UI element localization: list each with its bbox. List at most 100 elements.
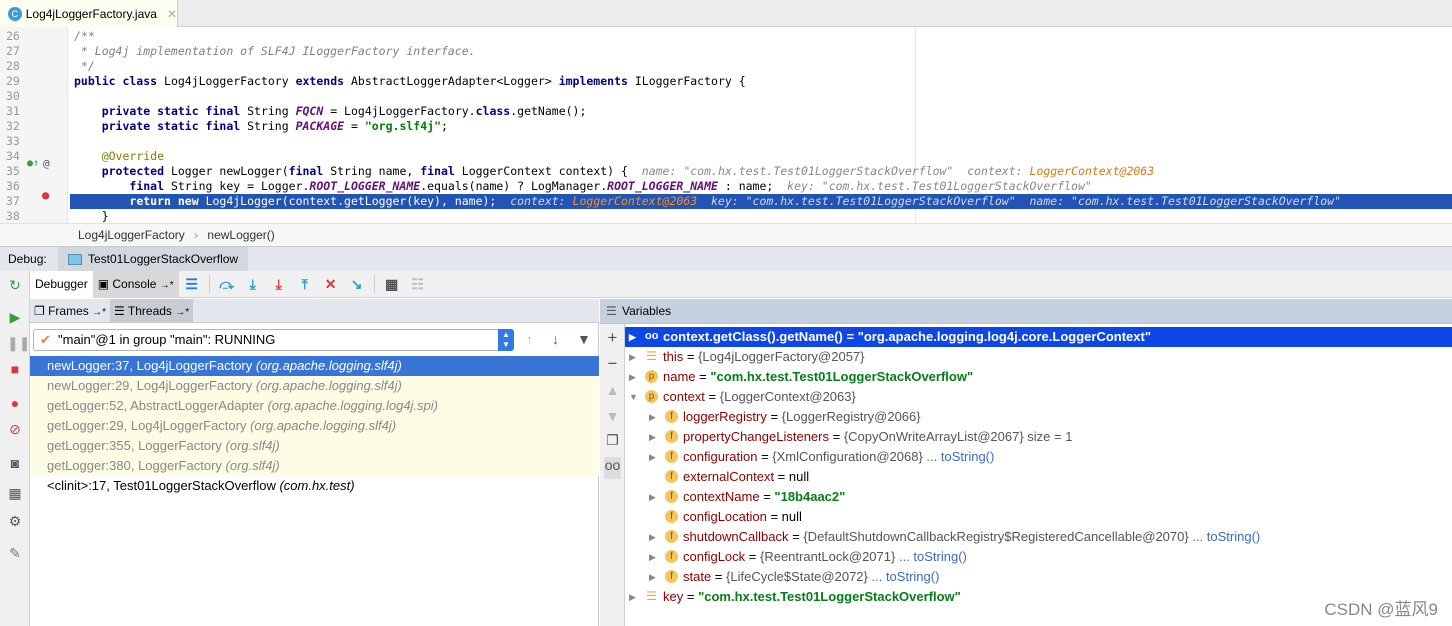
collapsed-arrow-icon[interactable]: ▶ [649, 427, 659, 447]
move-down-icon[interactable]: ▼ [604, 408, 621, 424]
code-text: /** [74, 29, 95, 44]
variable-row[interactable]: ▶ f contextName = "18b4aac2" [625, 487, 1452, 507]
to-string-link[interactable]: ... toString() [1192, 529, 1260, 544]
debug-session-label: Test01LoggerStackOverflow [88, 252, 239, 266]
show-execution-point-icon[interactable]: ☰ [179, 276, 205, 293]
breadcrumb-method[interactable]: newLogger() [207, 228, 274, 242]
frame-item[interactable]: newLogger:37, Log4jLoggerFactory (org.ap… [30, 356, 599, 376]
thread-select[interactable]: ✔ "main"@1 in group "main": RUNNING ▲ ▼ [33, 329, 514, 351]
variable-row[interactable]: f externalContext = null [625, 467, 1452, 487]
frame-item[interactable]: getLogger:52, AbstractLoggerAdapter (org… [30, 396, 599, 416]
force-step-into-icon[interactable]: ⤓ [266, 276, 292, 293]
rerun-icon[interactable]: ↻ [7, 277, 23, 294]
frame-item[interactable]: getLogger:380, LoggerFactory (org.slf4j) [30, 456, 599, 476]
file-tab[interactable]: C Log4jLoggerFactory.java ✕ [0, 0, 178, 27]
variable-row[interactable]: ▶ f shutdownCallback = {DefaultShutdownCal… [625, 527, 1452, 547]
breadcrumb-class[interactable]: Log4jLoggerFactory [78, 228, 185, 242]
collapsed-arrow-icon[interactable]: ▶ [649, 547, 659, 567]
variable-row[interactable]: ▼ p context = {LoggerContext@2063} [625, 387, 1452, 407]
collapsed-arrow-icon[interactable]: ▶ [649, 447, 659, 467]
mute-breakpoints-icon[interactable]: ⊘ [7, 421, 23, 438]
collapsed-arrow-icon[interactable]: ▶ [629, 587, 639, 607]
code-line[interactable]: 27 * Log4j implementation of SLF4J ILogg… [0, 44, 1452, 59]
to-string-link[interactable]: ... toString() [872, 569, 940, 584]
override-icon[interactable]: ●↑ [27, 158, 39, 169]
collapsed-arrow-icon[interactable]: ▶ [649, 407, 659, 427]
collapsed-arrow-icon[interactable]: ▶ [649, 527, 659, 547]
code-line[interactable]: 33 [0, 134, 1452, 149]
close-icon[interactable]: ✕ [167, 7, 177, 21]
collapsed-arrow-icon[interactable]: ▶ [629, 327, 639, 347]
variable-row[interactable]: ▶ f loggerRegistry = {LoggerRegistry@2066} [625, 407, 1452, 427]
code-line[interactable]: 29 public class Log4jLoggerFactory extend… [0, 74, 1452, 89]
variable-row[interactable]: ▶ f configLock = {ReentrantLock@2071} ... … [625, 547, 1452, 567]
add-watch-icon[interactable]: + [604, 328, 621, 348]
variable-row[interactable]: ▶ f configuration = {XmlConfiguration@2068… [625, 447, 1452, 467]
variable-row[interactable]: ▶ f propertyChangeListeners = {CopyOnWrite… [625, 427, 1452, 447]
code-line[interactable]: 34 @Override [0, 149, 1452, 164]
remove-watch-icon[interactable]: − [604, 354, 621, 374]
run-to-cursor-icon[interactable]: ↘ [344, 276, 370, 293]
evaluate-expression-icon[interactable]: ▦ [379, 276, 405, 293]
gear-icon[interactable]: ⚙ [7, 513, 23, 530]
to-string-link[interactable]: ... toString() [926, 449, 994, 464]
pin-icon[interactable]: ✎ [7, 545, 23, 562]
trace-icon[interactable]: ☷ [405, 276, 431, 293]
code-token: extends [295, 74, 351, 88]
frame-method: getLogger:29, Log4jLoggerFactory [47, 418, 251, 433]
tab-console[interactable]: ▣ Console →* [92, 270, 179, 298]
camera-icon[interactable]: ◙ [7, 455, 23, 471]
thread-select-value: "main"@1 in group "main": RUNNING [58, 332, 276, 347]
frame-item[interactable]: getLogger:355, LoggerFactory (org.slf4j) [30, 436, 599, 456]
step-into-icon[interactable]: ⤓ [240, 276, 266, 293]
step-out-icon[interactable]: ⤒ [292, 276, 318, 293]
pause-icon[interactable]: ❚❚ [7, 335, 30, 352]
resume-icon[interactable]: ▶ [7, 309, 23, 326]
step-over-icon[interactable]: ⤼ [214, 276, 240, 293]
filter-icon[interactable]: ▼ [577, 331, 591, 347]
drop-frame-icon[interactable]: ✕ [318, 276, 344, 293]
code-line[interactable]: 32 private static final String PACKAGE =… [0, 119, 1452, 134]
tab-threads[interactable]: ☰ Threads →* [110, 299, 194, 323]
code-token: Log4jLogger(context.getLogger(key), name… [205, 194, 511, 208]
collapsed-arrow-icon[interactable]: ▶ [629, 347, 639, 367]
code-line[interactable]: 38 } [0, 209, 1452, 224]
view-breakpoints-icon[interactable]: ● [7, 395, 23, 411]
previous-frame-icon[interactable]: ↑ [526, 331, 533, 347]
variable-row[interactable]: ▶ ☰ this = {Log4jLoggerFactory@2057} [625, 347, 1452, 367]
watches-toggle-icon[interactable]: oo [604, 457, 621, 479]
code-line[interactable]: 35 protected Logger newLogger(final Stri… [0, 164, 1452, 179]
frame-item[interactable]: newLogger:29, Log4jLoggerFactory (org.ap… [30, 376, 599, 396]
collapsed-arrow-icon[interactable]: ▶ [649, 487, 659, 507]
copy-icon[interactable]: ❐ [604, 432, 621, 449]
code-token: String name, [330, 164, 421, 178]
code-token: private static final [101, 119, 248, 133]
variable-row[interactable]: ▶ f state = {LifeCycle$State@2072} ... toS… [625, 567, 1452, 587]
field-icon: f [665, 410, 678, 423]
variable-row[interactable]: f configLocation = null [625, 507, 1452, 527]
layout-icon[interactable]: ▦ [7, 485, 23, 502]
variable-value: null [788, 469, 810, 484]
collapsed-arrow-icon[interactable]: ▶ [629, 367, 639, 387]
to-string-link[interactable]: ... toString() [899, 549, 967, 564]
breakpoint-icon[interactable]: ● [42, 188, 49, 202]
code-line[interactable]: 36 final String key = Logger.ROOT_LOGGER… [0, 179, 1452, 194]
stop-icon[interactable]: ■ [7, 361, 23, 377]
tab-debugger[interactable]: Debugger [30, 270, 93, 298]
debug-session-tab[interactable]: Test01LoggerStackOverflow [58, 247, 249, 272]
move-up-icon[interactable]: ▲ [604, 382, 621, 398]
code-line[interactable]: 26 /** [0, 29, 1452, 44]
frame-item[interactable]: <clinit>:17, Test01LoggerStackOverflow (… [30, 476, 599, 496]
code-line[interactable]: 30 [0, 89, 1452, 104]
frame-item[interactable]: getLogger:29, Log4jLoggerFactory (org.ap… [30, 416, 599, 436]
code-line[interactable]: 31 private static final String FQCN = Lo… [0, 104, 1452, 119]
variable-row[interactable]: ▶ p name = "com.hx.test.Test01LoggerStackO… [625, 367, 1452, 387]
expanded-arrow-icon[interactable]: ▼ [629, 387, 639, 407]
variable-row[interactable]: ▶ oo context.getClass().getName() = "org.a… [625, 327, 1452, 347]
field-icon: f [665, 570, 678, 583]
next-frame-icon[interactable]: ↓ [552, 331, 559, 347]
collapsed-arrow-icon[interactable]: ▶ [649, 567, 659, 587]
tab-frames[interactable]: ❐ Frames →* [30, 299, 110, 323]
code-editor[interactable]: 26/** 27 * Log4j implementation of SLF4J … [0, 27, 1452, 223]
code-line[interactable]: 28 */ [0, 59, 1452, 74]
